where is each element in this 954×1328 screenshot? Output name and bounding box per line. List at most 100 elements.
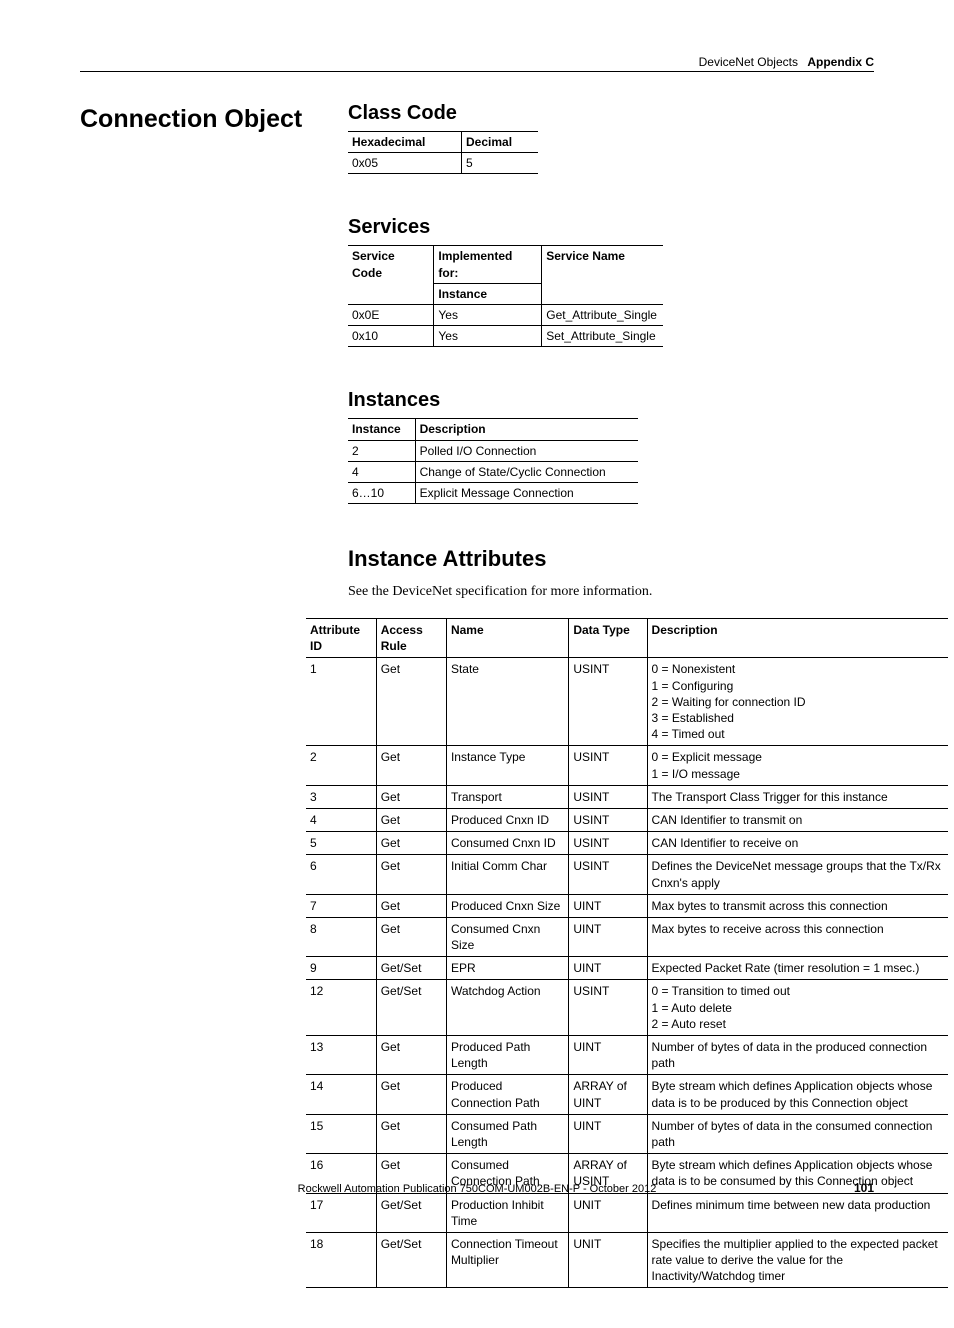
cell: 6 [306, 855, 376, 894]
cell: Get [376, 1036, 446, 1075]
footer-publication: Rockwell Automation Publication 750COM-U… [0, 1183, 954, 1195]
cell: 12 [306, 980, 376, 1036]
running-header: DeviceNet Objects Appendix C [80, 55, 874, 69]
table-row: 12Get/SetWatchdog ActionUSINT0 = Transit… [306, 980, 948, 1036]
td-hex: 0x05 [348, 153, 462, 174]
cell: 0 = Explicit message 1 = I/O message [647, 746, 948, 785]
cell: Defines minimum time between new data pr… [647, 1193, 948, 1232]
cell: 0 = Nonexistent 1 = Configuring 2 = Wait… [647, 658, 948, 746]
cell: Get/Set [376, 980, 446, 1036]
cell: Produced Cnxn Size [446, 894, 568, 917]
cell: Production Inhibit Time [446, 1193, 568, 1232]
th-service-name: Service Name [542, 246, 663, 305]
cell: 6…10 [348, 482, 415, 503]
header-chapter: Appendix C [807, 55, 874, 69]
cell: 2 [306, 746, 376, 785]
cell: Byte stream which defines Application ob… [647, 1075, 948, 1114]
table-row: 18Get/SetConnection Timeout MultiplierUN… [306, 1232, 948, 1288]
table-row: 2GetInstance TypeUSINT0 = Explicit messa… [306, 746, 948, 785]
th-dec: Decimal [462, 132, 539, 153]
cell: EPR [446, 957, 568, 980]
instance-attributes-heading: Instance Attributes [348, 546, 874, 572]
th-instance: Instance [348, 419, 415, 440]
cell: USINT [569, 980, 647, 1036]
cell: Connection Timeout Multiplier [446, 1232, 568, 1288]
cell: Instance Type [446, 746, 568, 785]
cell: Specifies the multiplier applied to the … [647, 1232, 948, 1288]
cell: Initial Comm Char [446, 855, 568, 894]
cell: Explicit Message Connection [415, 482, 638, 503]
cell: UINT [569, 894, 647, 917]
cell: 15 [306, 1114, 376, 1153]
cell: Get [376, 917, 446, 956]
cell: USINT [569, 746, 647, 785]
header-section: DeviceNet Objects [699, 55, 798, 69]
cell: USINT [569, 832, 647, 855]
table-row: 9Get/SetEPRUINTExpected Packet Rate (tim… [306, 957, 948, 980]
cell: Max bytes to receive across this connect… [647, 917, 948, 956]
cell: Number of bytes of data in the consumed … [647, 1114, 948, 1153]
cell: Get_Attribute_Single [542, 304, 663, 325]
th-access-rule: Access Rule [376, 619, 446, 658]
cell: Get [376, 1114, 446, 1153]
table-row: 14GetProduced Connection PathARRAY of UI… [306, 1075, 948, 1114]
cell: 14 [306, 1075, 376, 1114]
instances-section: Instances Instance Description 2 Polled … [348, 389, 874, 504]
cell: Defines the DeviceNet message groups tha… [647, 855, 948, 894]
instances-table: Instance Description 2 Polled I/O Connec… [348, 418, 638, 504]
table-row: 3GetTransportUSINTThe Transport Class Tr… [306, 785, 948, 808]
table-row: 5GetConsumed Cnxn IDUSINTCAN Identifier … [306, 832, 948, 855]
cell: ARRAY of UINT [569, 1075, 647, 1114]
cell: Produced Cnxn ID [446, 808, 568, 831]
class-code-section: Class Code Hexadecimal Decimal 0x05 5 [348, 102, 874, 174]
cell: Get/Set [376, 1232, 446, 1288]
cell: Produced Path Length [446, 1036, 568, 1075]
cell: UINT [569, 917, 647, 956]
cell: 7 [306, 894, 376, 917]
cell: UNIT [569, 1232, 647, 1288]
header-rule [80, 71, 874, 72]
instance-attributes-note: See the DeviceNet specification for more… [348, 584, 874, 600]
cell: Get [376, 808, 446, 831]
table-row: 0x10 Yes Set_Attribute_Single [348, 326, 663, 347]
cell: 0 = Transition to timed out 1 = Auto del… [647, 980, 948, 1036]
cell: Get [376, 1075, 446, 1114]
table-row: 6GetInitial Comm CharUSINTDefines the De… [306, 855, 948, 894]
services-section: Services Service Code Implemented for: S… [348, 216, 874, 347]
table-row: 0x0E Yes Get_Attribute_Single [348, 304, 663, 325]
td-dec: 5 [462, 153, 539, 174]
cell: Yes [434, 326, 542, 347]
cell: 0x0E [348, 304, 434, 325]
class-code-heading: Class Code [348, 102, 874, 125]
th-name: Name [446, 619, 568, 658]
th-impl-for: Implemented for: [434, 246, 542, 283]
cell: USINT [569, 658, 647, 746]
cell: 8 [306, 917, 376, 956]
cell: USINT [569, 808, 647, 831]
cell: UINT [569, 1114, 647, 1153]
table-row: 13GetProduced Path LengthUINTNumber of b… [306, 1036, 948, 1075]
cell: The Transport Class Trigger for this ins… [647, 785, 948, 808]
cell: 13 [306, 1036, 376, 1075]
cell: Expected Packet Rate (timer resolution =… [647, 957, 948, 980]
cell: 17 [306, 1193, 376, 1232]
cell: 9 [306, 957, 376, 980]
cell: 18 [306, 1232, 376, 1288]
cell: Change of State/Cyclic Connection [415, 461, 638, 482]
table-row: 2 Polled I/O Connection [348, 440, 638, 461]
cell: CAN Identifier to transmit on [647, 808, 948, 831]
table-row: 17Get/SetProduction Inhibit TimeUNITDefi… [306, 1193, 948, 1232]
cell: 1 [306, 658, 376, 746]
table-row: 6…10 Explicit Message Connection [348, 482, 638, 503]
cell: Number of bytes of data in the produced … [647, 1036, 948, 1075]
cell: 3 [306, 785, 376, 808]
services-table: Service Code Implemented for: Service Na… [348, 245, 663, 347]
table-row: 15GetConsumed Path LengthUINTNumber of b… [306, 1114, 948, 1153]
cell: Get [376, 855, 446, 894]
cell: Get [376, 785, 446, 808]
cell: 4 [306, 808, 376, 831]
cell: Get [376, 746, 446, 785]
cell: Transport [446, 785, 568, 808]
page-number: 101 [854, 1181, 874, 1195]
th-desc: Description [415, 419, 638, 440]
